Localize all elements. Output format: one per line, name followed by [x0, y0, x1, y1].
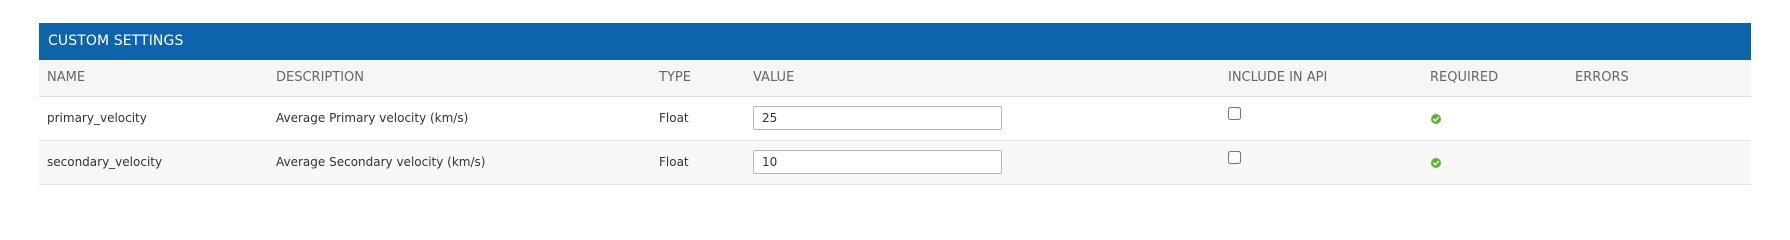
panel-title: CUSTOM SETTINGS: [39, 23, 1751, 60]
check-circle-icon: [1431, 157, 1441, 168]
column-header-errors: ERRORS: [1575, 70, 1629, 86]
column-header-description: DESCRIPTION: [276, 70, 364, 86]
setting-name: primary_velocity: [47, 111, 147, 125]
setting-value-cell: [745, 140, 1220, 184]
setting-name: secondary_velocity: [47, 155, 163, 169]
include-in-api-cell: [1220, 96, 1422, 140]
table-row: secondary_velocity Average Secondary vel…: [39, 140, 1751, 184]
include-in-api-checkbox[interactable]: [1228, 107, 1241, 120]
required-cell: [1422, 140, 1567, 184]
include-in-api-cell: [1220, 140, 1422, 184]
setting-description: Average Secondary velocity (km/s): [276, 155, 486, 169]
column-header-value: VALUE: [753, 70, 795, 86]
check-circle-icon: [1431, 113, 1441, 124]
required-cell: [1422, 96, 1567, 140]
table-header-row: NAME DESCRIPTION TYPE VALUE INCLUDE IN A…: [39, 60, 1751, 96]
setting-errors: [1567, 140, 1751, 184]
setting-value-input[interactable]: [753, 150, 1002, 174]
custom-settings-panel: CUSTOM SETTINGS NAME DESCRIPTION TYPE VA…: [39, 23, 1751, 185]
column-header-required: REQUIRED: [1430, 70, 1499, 86]
setting-value-input[interactable]: [753, 106, 1002, 130]
column-header-type: TYPE: [659, 70, 691, 86]
column-header-include-in-api: INCLUDE IN API: [1228, 70, 1328, 86]
settings-table: NAME DESCRIPTION TYPE VALUE INCLUDE IN A…: [39, 60, 1751, 185]
setting-errors: [1567, 96, 1751, 140]
column-header-name: NAME: [47, 70, 86, 86]
include-in-api-checkbox[interactable]: [1228, 151, 1241, 164]
setting-value-cell: [745, 96, 1220, 140]
setting-type: Float: [659, 111, 689, 125]
setting-description: Average Primary velocity (km/s): [276, 111, 469, 125]
table-row: primary_velocity Average Primary velocit…: [39, 96, 1751, 140]
setting-type: Float: [659, 155, 689, 169]
